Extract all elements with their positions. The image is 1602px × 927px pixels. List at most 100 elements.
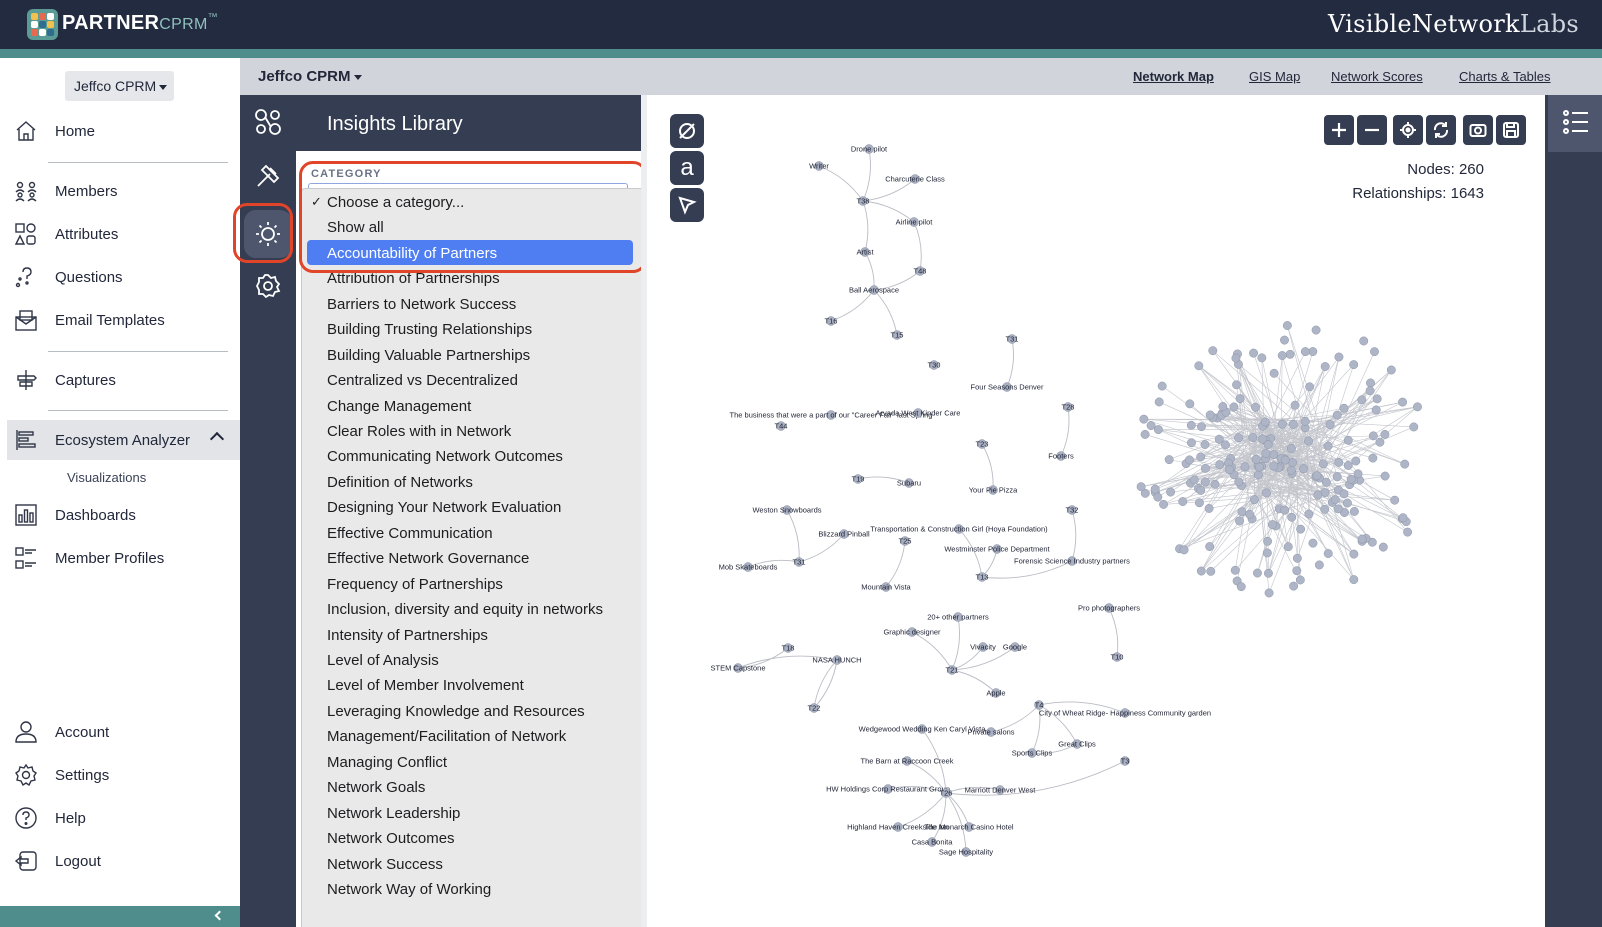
tab-gis-map[interactable]: GIS Map: [1249, 69, 1300, 84]
cluster-node[interactable]: [1287, 512, 1297, 522]
category-option[interactable]: Designing Your Network Evaluation: [302, 494, 632, 519]
cluster-node[interactable]: [1235, 394, 1245, 404]
cluster-node[interactable]: [1229, 402, 1239, 412]
cluster-node[interactable]: [1196, 485, 1206, 495]
sidebar-collapse-button[interactable]: [0, 906, 240, 927]
cluster-node[interactable]: [1197, 422, 1206, 432]
category-option[interactable]: Centralized vs Decentralized: [302, 367, 632, 392]
nav-ecosystem-analyzer[interactable]: Ecosystem Analyzer: [7, 420, 240, 460]
nav-account[interactable]: Account: [0, 712, 240, 752]
cluster-node[interactable]: [1215, 460, 1225, 470]
select-mode-button[interactable]: [670, 188, 704, 222]
cluster-node[interactable]: [1196, 452, 1206, 462]
cluster-node[interactable]: [1240, 462, 1250, 472]
category-option[interactable]: Network Outcomes: [302, 825, 632, 850]
cluster-node[interactable]: [1234, 433, 1243, 443]
cluster-node[interactable]: [1339, 489, 1349, 499]
cluster-node[interactable]: [1263, 568, 1273, 578]
cluster-node[interactable]: [1359, 336, 1369, 346]
cluster-node[interactable]: [1251, 402, 1260, 412]
cluster-node[interactable]: [1332, 410, 1342, 420]
cluster-node[interactable]: [1318, 459, 1328, 469]
cluster-node[interactable]: [1194, 498, 1204, 508]
cluster-node[interactable]: [1372, 394, 1382, 404]
cluster-node[interactable]: [1400, 459, 1410, 469]
cluster-node[interactable]: [1325, 420, 1335, 429]
cluster-node[interactable]: [1349, 360, 1359, 370]
cluster-node[interactable]: [1237, 507, 1247, 517]
cluster-node[interactable]: [1295, 575, 1305, 585]
cluster-node[interactable]: [1280, 505, 1290, 515]
nav-settings[interactable]: Settings: [0, 755, 240, 795]
nav-questions[interactable]: Questions: [0, 257, 240, 297]
cluster-node[interactable]: [1390, 495, 1400, 505]
category-option[interactable]: Management/Facilitation of Network: [302, 723, 632, 748]
cluster-node[interactable]: [1323, 441, 1333, 451]
cluster-node[interactable]: [1194, 361, 1204, 371]
tab-charts-tables[interactable]: Charts & Tables: [1459, 69, 1551, 84]
cluster-node[interactable]: [1153, 492, 1163, 502]
nav-logout[interactable]: Logout: [0, 841, 240, 881]
cluster-node[interactable]: [1221, 440, 1230, 450]
cluster-node[interactable]: [1263, 440, 1273, 450]
cluster-node[interactable]: [1269, 450, 1279, 459]
save-view-button[interactable]: [1496, 115, 1526, 145]
legend-toggle-button[interactable]: [1548, 95, 1602, 152]
nav-member-profiles[interactable]: Member Profiles: [0, 538, 240, 578]
clear-filter-button[interactable]: [670, 114, 704, 148]
cluster-node[interactable]: [1249, 348, 1259, 358]
partner-cprm-logo-icon[interactable]: [27, 9, 58, 40]
category-option[interactable]: Level of Analysis: [302, 647, 632, 672]
cluster-node[interactable]: [1205, 410, 1215, 420]
cluster-node[interactable]: [1236, 582, 1246, 592]
cluster-node[interactable]: [1251, 454, 1261, 464]
cluster-node[interactable]: [1140, 429, 1150, 439]
category-option[interactable]: Inclusion, diversity and equity in netwo…: [302, 596, 632, 621]
cluster-node[interactable]: [1235, 516, 1244, 526]
cluster-node[interactable]: [1357, 395, 1367, 405]
cluster-node[interactable]: [1184, 455, 1194, 465]
app-logo-text[interactable]: PARTNERCPRM™: [62, 12, 218, 35]
cluster-node[interactable]: [1371, 405, 1381, 415]
cluster-node[interactable]: [1269, 368, 1279, 378]
cluster-node[interactable]: [1205, 542, 1215, 552]
nav-captures[interactable]: Captures: [0, 360, 240, 400]
category-option[interactable]: Communicating Network Outcomes: [302, 443, 632, 468]
network-graph[interactable]: Drone pilot Writer Charcuterie Class T38 Air…: [647, 95, 1545, 927]
cluster-node[interactable]: [1333, 504, 1343, 514]
cluster-node[interactable]: [1366, 378, 1375, 388]
nav-home[interactable]: Home: [0, 111, 240, 151]
cluster-node[interactable]: [1252, 568, 1262, 578]
cluster-node[interactable]: [1154, 397, 1164, 407]
cluster-node[interactable]: [1187, 438, 1196, 448]
cluster-node[interactable]: [1403, 527, 1413, 537]
cluster-node[interactable]: [1262, 548, 1272, 558]
cluster-node[interactable]: [1283, 542, 1293, 552]
cluster-node[interactable]: [1231, 353, 1241, 363]
cluster-node[interactable]: [1320, 362, 1330, 371]
cluster-node[interactable]: [1150, 484, 1160, 494]
category-option[interactable]: Barriers to Network Success: [302, 291, 632, 316]
network-settings-button[interactable]: [250, 268, 286, 304]
cluster-node[interactable]: [1349, 507, 1359, 516]
nav-email-templates[interactable]: Email Templates: [0, 300, 240, 340]
cluster-node[interactable]: [1260, 417, 1270, 427]
category-option[interactable]: Network Way of Working: [302, 876, 632, 901]
cluster-node[interactable]: [1351, 456, 1361, 466]
tab-network-scores[interactable]: Network Scores: [1331, 69, 1423, 84]
cluster-node[interactable]: [1200, 477, 1210, 487]
cluster-node[interactable]: [1299, 464, 1308, 474]
cluster-node[interactable]: [1292, 553, 1302, 563]
cluster-node[interactable]: [1308, 347, 1318, 357]
project-select[interactable]: Jeffco CPRM: [258, 68, 362, 85]
cluster-node[interactable]: [1249, 495, 1259, 505]
cluster-node[interactable]: [1178, 497, 1188, 507]
cluster-node[interactable]: [1305, 382, 1315, 392]
cluster-node[interactable]: [1330, 495, 1340, 505]
center-view-button[interactable]: [1393, 115, 1423, 145]
zoom-out-button[interactable]: [1357, 115, 1387, 145]
cluster-node[interactable]: [1186, 420, 1196, 430]
cluster-node[interactable]: [1253, 470, 1263, 480]
cluster-node[interactable]: [1267, 520, 1277, 530]
cluster-node[interactable]: [1282, 321, 1292, 330]
